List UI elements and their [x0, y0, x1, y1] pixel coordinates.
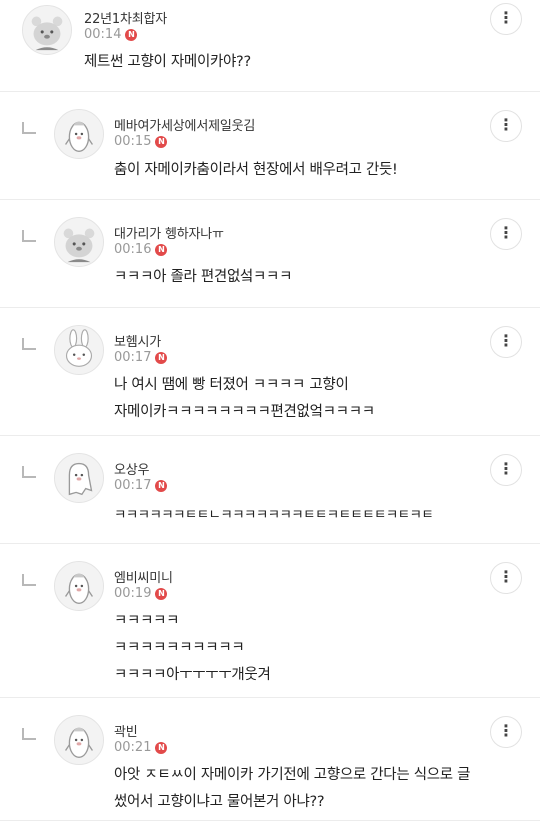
comment-meta: 00:21 N	[114, 740, 168, 755]
reply-item: 엠비씨미니 00:19 N ㅋㅋㅋㅋㅋ ㅋㅋㅋㅋㅋㅋㅋㅋㅋㅋ ㅋㅋㅋㅋ아ㅜㅜㅜㅜ…	[0, 544, 540, 698]
new-badge-icon: N	[155, 243, 168, 256]
new-badge-icon: N	[155, 741, 168, 754]
kebab-menu-icon: ⋮	[498, 567, 514, 586]
kebab-menu-icon: ⋮	[498, 115, 514, 134]
comment-meta: 00:16 N	[114, 242, 168, 257]
more-options-button[interactable]: ⋮	[490, 110, 522, 142]
comment-text: ㅋㅋㅋㅋㅋㅋㅌㅌㄴㅋㅋㅋㅋㅋㅋㅋㅌㅌㅋㅌㅌㅌㅌㅋㅌㅋㅌ	[114, 507, 434, 523]
penguin-avatar-icon[interactable]	[54, 715, 104, 765]
bear-avatar-icon[interactable]	[54, 217, 104, 267]
more-options-button[interactable]: ⋮	[490, 562, 522, 594]
nickname[interactable]: 보헴시가	[114, 331, 161, 350]
comment-item: 22년1차최합자 00:14 N 제트썬 고향이 자메이카야?? ⋮	[0, 0, 540, 92]
new-badge-icon: N	[155, 587, 168, 600]
more-options-button[interactable]: ⋮	[490, 3, 522, 35]
penguin-avatar-icon[interactable]	[54, 109, 104, 159]
more-options-button[interactable]: ⋮	[490, 716, 522, 748]
ghost-avatar-icon[interactable]	[54, 453, 104, 503]
timestamp: 00:14	[84, 27, 122, 42]
new-badge-icon: N	[155, 479, 168, 492]
comment-text: ㅋㅋㅋ아 졸라 편견없섴ㅋㅋㅋ	[114, 269, 293, 285]
reply-item: 오상우 00:17 N ㅋㅋㅋㅋㅋㅋㅌㅌㄴㅋㅋㅋㅋㅋㅋㅋㅌㅌㅋㅌㅌㅌㅌㅋㅌㅋㅌ …	[0, 436, 540, 544]
nickname[interactable]: 곽빈	[114, 721, 138, 740]
reply-arrow-icon	[22, 338, 36, 350]
comment-text: 나 여시 땜에 빵 터졌어 ㅋㅋㅋㅋ 고향이 자메이카ㅋㅋㅋㅋㅋㅋㅋㅋ편견없엌ㅋ…	[114, 377, 375, 420]
timestamp: 00:15	[114, 134, 152, 149]
reply-item: 메바여가세상에서제일웃김 00:15 N 춤이 자메이카춤이라서 현장에서 배우…	[0, 92, 540, 200]
comment-text: 춤이 자메이카춤이라서 현장에서 배우려고 간듯!	[114, 162, 398, 178]
new-badge-icon: N	[125, 28, 138, 41]
kebab-menu-icon: ⋮	[498, 223, 514, 242]
more-options-button[interactable]: ⋮	[490, 218, 522, 250]
comment-meta: 00:15 N	[114, 134, 168, 149]
new-badge-icon: N	[155, 351, 168, 364]
reply-item: 대가리가 헹하자나ㅠ 00:16 N ㅋㅋㅋ아 졸라 편견없섴ㅋㅋㅋ ⋮	[0, 200, 540, 308]
comment-text: 아앗 ㅈㅌㅆ이 자메이카 가기전에 고향으로 간다는 식으로 글 썼어서 고향이…	[114, 767, 471, 810]
nickname[interactable]: 22년1차최합자	[84, 8, 167, 27]
comment-meta: 00:17 N	[114, 350, 168, 365]
nickname[interactable]: 엠비씨미니	[114, 567, 173, 586]
kebab-menu-icon: ⋮	[498, 8, 514, 27]
timestamp: 00:21	[114, 740, 152, 755]
timestamp: 00:16	[114, 242, 152, 257]
kebab-menu-icon: ⋮	[498, 331, 514, 350]
penguin-avatar-icon[interactable]	[54, 561, 104, 611]
new-badge-icon: N	[155, 135, 168, 148]
reply-item: 곽빈 00:21 N 아앗 ㅈㅌㅆ이 자메이카 가기전에 고향으로 간다는 식으…	[0, 698, 540, 821]
reply-arrow-icon	[22, 230, 36, 242]
reply-item: 보헴시가 00:17 N 나 여시 땜에 빵 터졌어 ㅋㅋㅋㅋ 고향이 자메이카…	[0, 308, 540, 436]
comment-text: ㅋㅋㅋㅋㅋ ㅋㅋㅋㅋㅋㅋㅋㅋㅋㅋ ㅋㅋㅋㅋ아ㅜㅜㅜㅜ개웃겨	[114, 613, 271, 683]
reply-arrow-icon	[22, 574, 36, 586]
timestamp: 00:17	[114, 350, 152, 365]
rabbit-avatar-icon[interactable]	[54, 325, 104, 375]
timestamp: 00:19	[114, 586, 152, 601]
more-options-button[interactable]: ⋮	[490, 454, 522, 486]
nickname[interactable]: 오상우	[114, 459, 149, 478]
nickname[interactable]: 메바여가세상에서제일웃김	[114, 115, 255, 134]
kebab-menu-icon: ⋮	[498, 459, 514, 478]
comment-meta: 00:17 N	[114, 478, 168, 493]
reply-arrow-icon	[22, 122, 36, 134]
comment-text: 제트썬 고향이 자메이카야??	[84, 54, 251, 70]
timestamp: 00:17	[114, 478, 152, 493]
nickname[interactable]: 대가리가 헹하자나ㅠ	[114, 223, 224, 242]
more-options-button[interactable]: ⋮	[490, 326, 522, 358]
reply-arrow-icon	[22, 466, 36, 478]
comment-meta: 00:14 N	[84, 27, 138, 42]
bear-avatar-icon[interactable]	[22, 5, 72, 55]
reply-arrow-icon	[22, 728, 36, 740]
kebab-menu-icon: ⋮	[498, 721, 514, 740]
comment-meta: 00:19 N	[114, 586, 168, 601]
